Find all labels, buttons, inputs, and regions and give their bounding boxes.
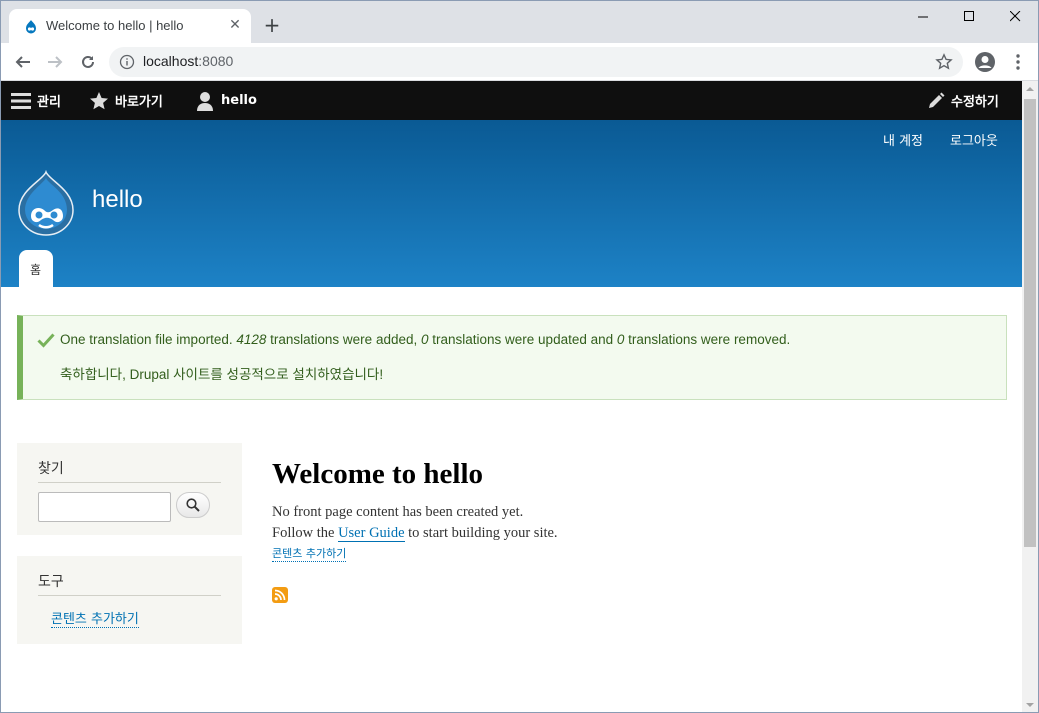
scroll-down-icon[interactable] (1022, 697, 1038, 713)
star-icon (89, 91, 109, 111)
admin-toolbar: 관리 바로가기 hello 수정하기 (1, 81, 1022, 120)
tab-title: Welcome to hello | hello (46, 18, 184, 33)
search-block: 찾기 (17, 443, 242, 535)
status-translation-text: One translation file imported. 4128 tran… (60, 332, 791, 347)
forward-arrow-icon[interactable] (43, 50, 67, 74)
user-guide-text: Follow the User Guide to start building … (272, 525, 558, 542)
home-tab[interactable]: 홈 (19, 250, 53, 287)
my-account-link[interactable]: 내 계정 (883, 130, 923, 149)
search-icon (186, 498, 200, 512)
scroll-up-icon[interactable] (1022, 81, 1038, 97)
kebab-menu-icon[interactable] (1007, 51, 1029, 73)
drupal-logo-icon[interactable] (17, 170, 75, 236)
info-icon[interactable] (119, 54, 135, 70)
add-content-link[interactable]: 콘텐츠 추가하기 (51, 608, 139, 628)
tab-close-icon[interactable]: ✕ (227, 17, 243, 33)
logout-link[interactable]: 로그아웃 (950, 130, 998, 149)
search-button[interactable] (176, 492, 210, 518)
status-message: One translation file imported. 4128 tran… (17, 315, 1007, 400)
user-guide-link[interactable]: User Guide (338, 525, 405, 542)
site-name[interactable]: hello (92, 186, 143, 214)
admin-edit[interactable]: 수정하기 (927, 81, 999, 120)
reload-icon[interactable] (76, 50, 100, 74)
tools-block-title: 도구 (38, 574, 64, 590)
maximize-icon[interactable] (946, 1, 992, 31)
admin-manage[interactable]: 관리 (11, 81, 61, 120)
page-title: Welcome to hello (272, 458, 484, 490)
admin-shortcuts[interactable]: 바로가기 (89, 81, 163, 120)
divider (38, 595, 221, 596)
new-tab-icon[interactable]: + (261, 15, 283, 37)
tools-block: 도구 콘텐츠 추가하기 (17, 556, 242, 644)
search-input[interactable] (38, 492, 171, 522)
admin-user-label: hello (221, 93, 257, 108)
hamburger-icon (11, 92, 31, 110)
page-viewport: 관리 바로가기 hello 수정하기 내 계정 로그아웃 hello 홈 One… (1, 81, 1022, 712)
browser-tab[interactable]: Welcome to hello | hello ✕ (9, 9, 251, 43)
search-block-title: 찾기 (38, 461, 64, 477)
minimize-icon[interactable] (900, 1, 946, 31)
admin-user[interactable]: hello (195, 81, 257, 120)
back-arrow-icon[interactable] (11, 50, 35, 74)
rss-feed-icon[interactable] (272, 587, 288, 603)
browser-window: Welcome to hello | hello ✕ + localhost:8… (0, 0, 1039, 713)
vertical-scrollbar[interactable] (1022, 81, 1038, 713)
divider (38, 482, 221, 483)
profile-icon[interactable] (974, 51, 996, 73)
home-tab-label: 홈 (30, 263, 42, 277)
browser-toolbar: localhost:8080 (1, 43, 1038, 81)
main-add-content-link[interactable]: 콘텐츠 추가하기 (272, 545, 347, 562)
no-content-text: No front page content has been created y… (272, 504, 524, 520)
admin-manage-label: 관리 (37, 95, 61, 110)
tab-strip: Welcome to hello | hello ✕ + (1, 1, 1038, 43)
site-header: 내 계정 로그아웃 hello 홈 (1, 120, 1022, 287)
pencil-icon (927, 92, 945, 110)
address-bar[interactable]: localhost:8080 (109, 47, 963, 77)
bookmark-star-icon[interactable] (935, 53, 953, 71)
checkmark-icon (37, 333, 55, 348)
admin-edit-label: 수정하기 (951, 95, 999, 110)
drupal-favicon-icon (26, 20, 36, 34)
user-icon (195, 91, 215, 111)
window-close-icon[interactable] (992, 1, 1038, 31)
admin-shortcuts-label: 바로가기 (115, 95, 163, 110)
url-text: localhost:8080 (143, 53, 234, 69)
status-install-text: 축하합니다, Drupal 사이트를 성공적으로 설치하였습니다! (60, 367, 384, 382)
scrollbar-thumb[interactable] (1024, 99, 1036, 547)
